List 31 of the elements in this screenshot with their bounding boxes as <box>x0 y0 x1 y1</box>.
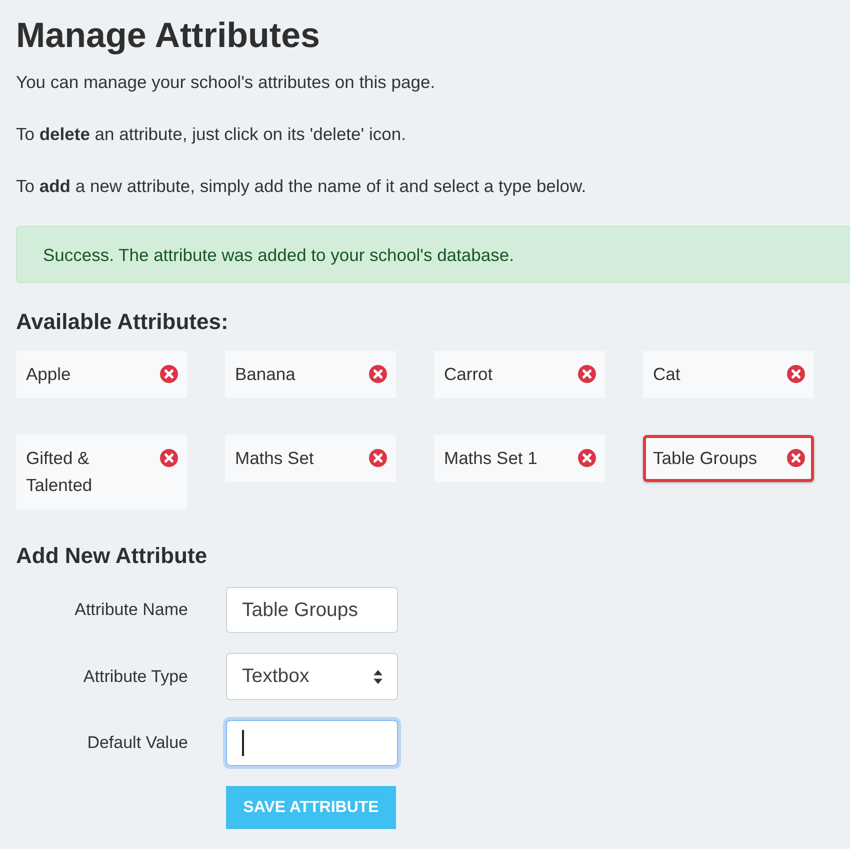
input-field[interactable]: Table Groups <box>226 587 398 633</box>
success-alert: Success. The attribute was added to your school's database. <box>16 226 850 283</box>
delete-icon[interactable] <box>369 449 387 467</box>
section-heading: Available Attributes: <box>16 308 228 336</box>
page-title: Manage Attributes <box>16 15 320 57</box>
delete-icon[interactable] <box>787 365 805 383</box>
attribute-name: Carrot <box>444 363 493 386</box>
caret-icon <box>373 670 383 684</box>
intro-paragraph: To delete an attribute, just click on its 'delete' icon. <box>16 123 406 146</box>
delete-icon[interactable] <box>160 449 178 467</box>
attribute-name: Maths Set 1 <box>444 447 538 470</box>
attribute-name: Apple <box>26 363 71 386</box>
attribute-name: Table Groups <box>653 447 758 470</box>
field-label: Attribute Type <box>83 666 188 688</box>
delete-icon[interactable] <box>787 449 805 467</box>
field-label: Default Value <box>87 732 188 754</box>
delete-icon[interactable] <box>369 365 387 383</box>
field-label: Attribute Name <box>74 599 188 621</box>
intro-paragraph: You can manage your school's attributes on this page. <box>16 71 436 94</box>
input-field[interactable] <box>226 720 398 766</box>
intro-paragraph: To add a new attribute, simply add the name of it and select a type below. <box>16 175 586 198</box>
text-cursor-icon <box>242 730 244 756</box>
section-heading: Add New Attribute <box>16 542 208 570</box>
delete-icon[interactable] <box>578 449 596 467</box>
attribute-name: Cat <box>653 363 680 386</box>
attribute-name: Gifted & Talented <box>26 447 94 497</box>
delete-icon[interactable] <box>578 365 596 383</box>
attribute-name: Banana <box>235 363 296 386</box>
select-field[interactable]: Textbox <box>226 653 398 700</box>
attribute-name: Maths Set <box>235 447 314 470</box>
delete-icon[interactable] <box>160 365 178 383</box>
